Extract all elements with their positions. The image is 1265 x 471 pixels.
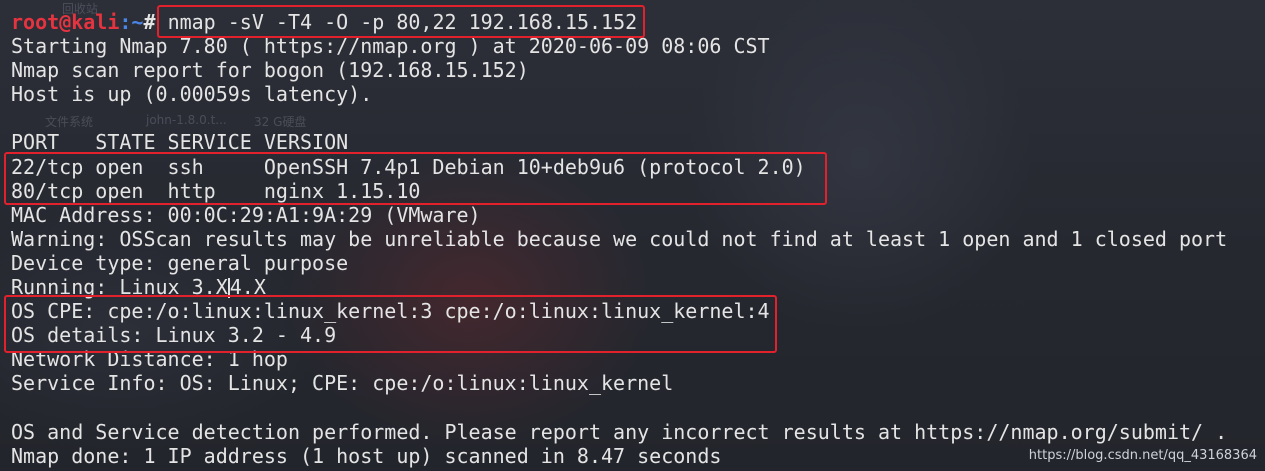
- output-line-blank-2: [11, 396, 1265, 420]
- output-line-blank: [11, 106, 1265, 130]
- prompt-path: :~: [119, 10, 144, 34]
- output-line-service-info: Service Info: OS: Linux; CPE: cpe:/o:lin…: [11, 371, 674, 396]
- highlight-box-os: [4, 295, 777, 353]
- port-table-header: PORT STATE SERVICE VERSION: [11, 130, 349, 155]
- output-line-report: Nmap scan report for bogon (192.168.15.1…: [11, 58, 529, 83]
- output-line-warning: Warning: OSScan results may be unreliabl…: [11, 226, 1228, 251]
- terminal-window[interactable]: 回收站 文件系统 john-1.8.0.t... 32 G硬盘 root@kal…: [0, 0, 1265, 471]
- output-line-mac: MAC Address: 00:0C:29:A1:9A:29 (VMware): [11, 202, 481, 227]
- watermark: https://blog.csdn.net/qq_43168364: [1028, 448, 1257, 463]
- output-line-device-type: Device type: general purpose: [11, 250, 349, 275]
- terminal-output: root@kali:~# nmap -sV -T4 -O -p 80,22 19…: [11, 10, 1265, 468]
- highlight-box-ports: [4, 152, 827, 205]
- highlight-box-command: [157, 5, 645, 38]
- output-line-os-detection: OS and Service detection performed. Plea…: [11, 419, 1228, 444]
- prompt-user: root@kali: [11, 10, 120, 34]
- output-line-host-up: Host is up (0.00059s latency).: [11, 82, 373, 107]
